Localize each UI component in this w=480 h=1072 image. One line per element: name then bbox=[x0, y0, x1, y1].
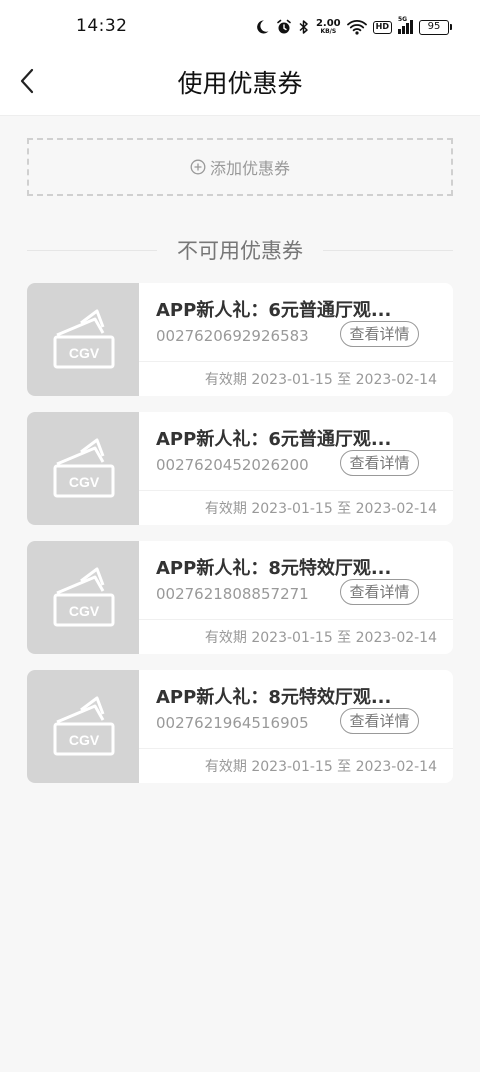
coupon-code: 0027621964516905 bbox=[156, 714, 309, 732]
view-details-button[interactable]: 查看详情 bbox=[340, 321, 419, 347]
svg-text:CGV: CGV bbox=[69, 474, 100, 490]
section-title: 不可用优惠券 bbox=[177, 239, 303, 263]
coupon-thumbnail: CGV bbox=[27, 541, 143, 654]
coupon-validity: 有效期 2023-01-15 至 2023-02-14 bbox=[204, 630, 437, 646]
moon-icon bbox=[257, 20, 269, 34]
coupon-name: APP新人礼：8元特效厅观... bbox=[156, 687, 392, 708]
coupon-card[interactable]: CGV APP新人礼：8元特效厅观... 0027621964516905 查看… bbox=[27, 670, 453, 783]
cgv-ticket-icon: CGV bbox=[53, 438, 115, 498]
view-details-button[interactable]: 查看详情 bbox=[340, 450, 419, 476]
coupon-validity: 有效期 2023-01-15 至 2023-02-14 bbox=[204, 372, 437, 388]
network-speed: 2.00 KB/S bbox=[315, 18, 341, 35]
coupon-thumbnail: CGV bbox=[27, 412, 143, 525]
coupon-code: 0027620452026200 bbox=[156, 456, 309, 474]
coupon-card[interactable]: CGV APP新人礼：6元普通厅观... 0027620692926583 查看… bbox=[27, 283, 453, 396]
battery-icon: 95 bbox=[419, 19, 452, 35]
section-header: 不可用优惠券 bbox=[27, 234, 453, 266]
add-coupon-button[interactable]: 添加优惠券 bbox=[27, 138, 453, 196]
page-title: 使用优惠券 bbox=[177, 69, 303, 98]
nav-bar: 使用优惠券 bbox=[0, 56, 480, 116]
coupon-name: APP新人礼：8元特效厅观... bbox=[156, 558, 392, 579]
add-coupon-label: 添加优惠券 bbox=[209, 159, 290, 178]
coupon-validity: 有效期 2023-01-15 至 2023-02-14 bbox=[204, 759, 437, 775]
svg-text:CGV: CGV bbox=[69, 732, 100, 748]
bluetooth-icon bbox=[299, 20, 308, 34]
view-details-button[interactable]: 查看详情 bbox=[340, 579, 419, 605]
status-bar: 14:32 2.00 KB/S HD 5G 95 bbox=[0, 0, 480, 56]
svg-text:CGV: CGV bbox=[69, 603, 100, 619]
alarm-icon bbox=[277, 19, 291, 34]
status-icons: 2.00 KB/S HD 5G 95 bbox=[254, 15, 452, 39]
coupon-thumbnail: CGV bbox=[27, 283, 143, 396]
coupon-code: 0027620692926583 bbox=[156, 327, 309, 345]
cgv-ticket-icon: CGV bbox=[53, 567, 115, 627]
coupon-card[interactable]: CGV APP新人礼：8元特效厅观... 0027621808857271 查看… bbox=[27, 541, 453, 654]
wifi-icon bbox=[346, 20, 367, 35]
coupon-code: 0027621808857271 bbox=[156, 585, 309, 603]
coupon-validity: 有效期 2023-01-15 至 2023-02-14 bbox=[204, 501, 437, 517]
plus-circle-icon bbox=[190, 159, 206, 175]
signal-icon: 5G bbox=[398, 16, 413, 34]
coupon-card[interactable]: CGV APP新人礼：6元普通厅观... 0027620452026200 查看… bbox=[27, 412, 453, 525]
coupon-name: APP新人礼：6元普通厅观... bbox=[156, 300, 392, 321]
status-time: 14:32 bbox=[76, 16, 128, 36]
hd-badge: HD bbox=[372, 20, 392, 34]
coupon-name: APP新人礼：6元普通厅观... bbox=[156, 429, 392, 450]
cgv-ticket-icon: CGV bbox=[53, 309, 115, 369]
view-details-button[interactable]: 查看详情 bbox=[340, 708, 419, 734]
coupon-thumbnail: CGV bbox=[27, 670, 143, 783]
svg-text:CGV: CGV bbox=[69, 345, 100, 361]
cgv-ticket-icon: CGV bbox=[53, 696, 115, 756]
